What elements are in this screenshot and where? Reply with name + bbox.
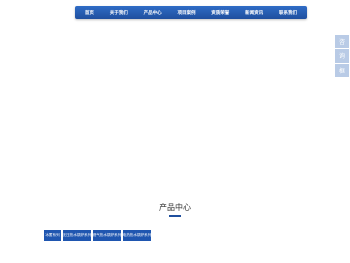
side-float-consult: 咨 询 框 [335,35,349,77]
nav-item-products[interactable]: 产品中心 [144,10,162,16]
side-float-button-2[interactable]: 询 [335,49,349,63]
nav-item-contact[interactable]: 联系我们 [279,10,297,16]
nav-item-cases[interactable]: 项目案例 [177,10,195,16]
nav-item-news[interactable]: 新闻资讯 [245,10,263,16]
side-float-button-3[interactable]: 框 [335,63,349,77]
tab-electric-boiler[interactable]: 电热热水锅炉系列 [123,230,151,241]
nav-item-home[interactable]: 首页 [85,10,94,16]
tab-pressureless-boiler[interactable]: 无压热水锅炉系列 [63,230,91,241]
tab-ice-storage[interactable]: 冰蓄系列 [44,230,61,241]
main-navigation: 首页 关于我们 产品中心 项目案例 资质荣誉 新闻资讯 联系我们 [75,6,307,19]
tab-gas-boiler[interactable]: 燃气热水锅炉系列 [93,230,121,241]
nav-item-about[interactable]: 关于我们 [110,10,128,16]
nav-item-honors[interactable]: 资质荣誉 [211,10,229,16]
title-underline [169,215,181,217]
products-section-title: 产品中心 [159,203,191,212]
side-float-button-1[interactable]: 咨 [335,35,349,49]
product-category-tabs: 冰蓄系列 无压热水锅炉系列 燃气热水锅炉系列 电热热水锅炉系列 [44,230,151,241]
